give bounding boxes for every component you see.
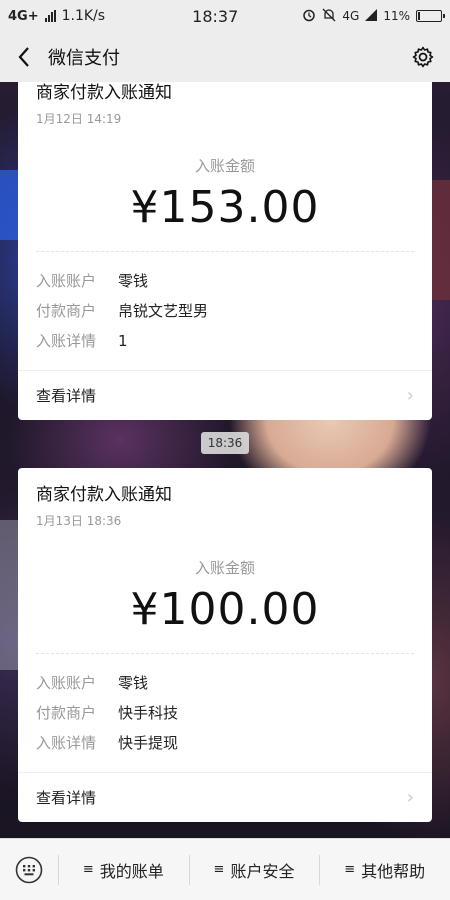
detail-value: 快手科技: [118, 704, 179, 722]
detail-row: 付款商户 帛锐文艺型男: [36, 296, 414, 326]
alarm-icon: [302, 8, 316, 25]
mute-icon: [322, 8, 336, 25]
menu-label: 我的账单: [99, 861, 164, 881]
battery-percent: 11%: [383, 9, 410, 23]
detail-row: 入账账户 零钱: [36, 266, 414, 296]
card-date: 1月13日 18:36: [36, 514, 122, 528]
status-right: 4G 11%: [302, 8, 445, 25]
message-list[interactable]: 商家付款入账通知 1月12日 14:19 入账金额 ¥153.00 入账账户 零…: [0, 82, 450, 838]
navigation-bar: 微信支付: [0, 32, 450, 82]
page-title: 微信支付: [48, 48, 120, 69]
view-details-label: 查看详情: [36, 789, 97, 807]
settings-button[interactable]: [406, 37, 440, 77]
detail-row: 入账详情 1: [36, 326, 414, 356]
menu-other-help[interactable]: ≡ 其他帮助: [319, 839, 450, 900]
view-details-label: 查看详情: [36, 387, 97, 405]
chevron-left-icon: [18, 47, 29, 67]
view-details-button[interactable]: 查看详情 ›: [18, 772, 432, 822]
detail-key: 入账账户: [36, 272, 97, 290]
view-details-button[interactable]: 查看详情 ›: [18, 370, 432, 420]
menu-label: 其他帮助: [361, 861, 426, 881]
card-title: 商家付款入账通知: [36, 485, 172, 505]
detail-value: 帛锐文艺型男: [118, 302, 209, 320]
payment-notification-card: 商家付款入账通知 1月12日 14:19 入账金额 ¥153.00 入账账户 零…: [18, 82, 432, 420]
status-time: 18:37: [192, 6, 239, 26]
amount-value: ¥153.00: [130, 182, 320, 233]
amount-label: 入账金额: [194, 157, 255, 175]
network-speed: 1.1K/s: [61, 8, 106, 24]
signal-icon: [44, 10, 56, 22]
keyboard-icon: [15, 856, 43, 883]
gear-icon: [412, 46, 434, 68]
battery-icon: [416, 10, 445, 22]
bottom-menu-bar: ≡ 我的账单 ≡ 账户安全 ≡ 其他帮助: [0, 838, 450, 900]
card-header: 商家付款入账通知 1月12日 14:19: [18, 82, 432, 127]
signal-strength-icon: [365, 8, 378, 24]
mobile-data-label: 4G: [342, 9, 360, 23]
network-type: 4G+: [8, 8, 39, 24]
payment-notification-card: 商家付款入账通知 1月13日 18:36 入账金额 ¥100.00 入账账户 零…: [18, 468, 432, 822]
menu-lines-icon: ≡: [344, 862, 356, 877]
detail-key: 入账详情: [36, 734, 97, 752]
back-button[interactable]: [10, 37, 38, 77]
detail-value: 快手提现: [118, 734, 179, 752]
detail-key: 付款商户: [36, 302, 97, 320]
detail-list: 入账账户 零钱 付款商户 快手科技 入账详情 快手提现: [18, 654, 432, 772]
amount-value: ¥100.00: [130, 584, 320, 635]
detail-value: 1: [118, 332, 128, 350]
battery-level: [418, 12, 421, 20]
amount-label: 入账金额: [194, 559, 255, 577]
status-left: 4G+ 1.1K/s: [8, 8, 168, 24]
detail-key: 入账详情: [36, 332, 97, 350]
detail-row: 入账账户 零钱: [36, 668, 414, 698]
chevron-right-icon: ›: [406, 787, 414, 808]
detail-row: 入账详情 快手提现: [36, 728, 414, 758]
card-title: 商家付款入账通知: [36, 83, 172, 103]
menu-account-security[interactable]: ≡ 账户安全: [188, 839, 320, 900]
menu-lines-icon: ≡: [82, 862, 94, 877]
chevron-right-icon: ›: [406, 385, 414, 406]
menu-lines-icon: ≡: [213, 862, 225, 877]
detail-value: 零钱: [118, 272, 149, 290]
detail-row: 付款商户 快手科技: [36, 698, 414, 728]
detail-list: 入账账户 零钱 付款商户 帛锐文艺型男 入账详情 1: [18, 252, 432, 370]
menu-label: 账户安全: [230, 861, 295, 881]
detail-key: 入账账户: [36, 674, 97, 692]
card-header: 商家付款入账通知 1月13日 18:36: [18, 468, 432, 529]
status-bar: 4G+ 1.1K/s 18:37 4G 11%: [0, 0, 450, 32]
time-divider: 18:36: [201, 432, 249, 454]
detail-value: 零钱: [118, 674, 149, 692]
detail-key: 付款商户: [36, 704, 97, 722]
keyboard-toggle-button[interactable]: [0, 839, 58, 900]
menu-my-bill[interactable]: ≡ 我的账单: [58, 839, 189, 900]
card-date: 1月12日 14:19: [36, 112, 122, 126]
